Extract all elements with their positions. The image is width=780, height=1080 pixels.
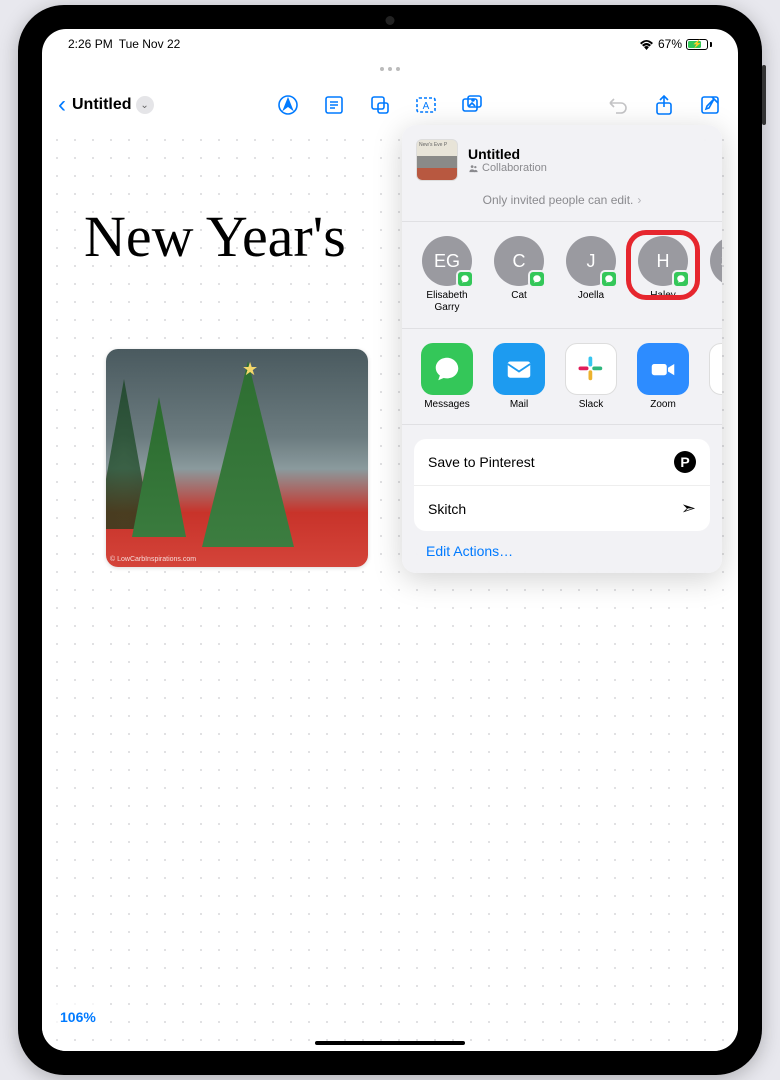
app-name: Slack	[579, 399, 603, 410]
share-icon[interactable]	[652, 93, 676, 117]
contact-joella[interactable]: J Joella	[560, 236, 622, 314]
app-mail[interactable]: Mail	[488, 343, 550, 410]
note-tool-icon[interactable]	[322, 93, 346, 117]
apps-row: Messages Mail Slack Zoom C	[402, 329, 722, 425]
contact-haley[interactable]: H Haley	[632, 236, 694, 314]
contacts-row: EG Elisabeth Garry C Cat J Joella H Hale…	[402, 222, 722, 329]
status-bar: 2:26 PM Tue Nov 22 67% ⚡	[42, 29, 738, 55]
avatar: SIS	[710, 236, 722, 286]
compose-icon[interactable]	[698, 93, 722, 117]
app-c[interactable]: C	[704, 343, 722, 410]
contact-name: Joella	[578, 290, 604, 302]
share-permission[interactable]: Only invited people can edit.	[402, 185, 722, 222]
messages-badge-icon	[672, 270, 690, 288]
home-indicator[interactable]	[315, 1041, 465, 1045]
battery-percent: 67%	[658, 37, 682, 51]
action-label: Save to Pinterest	[428, 454, 535, 470]
slack-icon	[565, 343, 617, 395]
mail-icon	[493, 343, 545, 395]
toolbar: ‹ Untitled ⌄ A	[42, 85, 738, 125]
image-block[interactable]: ★ © LowCarbInspirations.com	[106, 349, 368, 567]
share-thumbnail: New's Eve P	[416, 139, 458, 181]
action-label: Skitch	[428, 501, 466, 517]
action-skitch[interactable]: Skitch ➣	[414, 485, 710, 531]
zoom-icon	[637, 343, 689, 395]
document-title: Untitled	[72, 96, 132, 114]
battery-icon: ⚡	[686, 39, 712, 50]
app-zoom[interactable]: Zoom	[632, 343, 694, 410]
pen-tool-icon[interactable]	[276, 93, 300, 117]
messages-badge-icon	[600, 270, 618, 288]
status-time: 2:26 PM	[68, 37, 113, 51]
wifi-icon	[639, 39, 654, 50]
shapes-tool-icon[interactable]	[368, 93, 392, 117]
app-messages[interactable]: Messages	[416, 343, 478, 410]
messages-icon	[421, 343, 473, 395]
image-watermark: © LowCarbInspirations.com	[110, 556, 196, 563]
document-title-button[interactable]: Untitled ⌄	[72, 96, 154, 114]
avatar: H	[638, 236, 688, 286]
share-subtitle: Collaboration	[468, 162, 547, 174]
c-icon	[709, 343, 722, 395]
pinterest-icon: P	[674, 451, 696, 473]
avatar: J	[566, 236, 616, 286]
screen: 2:26 PM Tue Nov 22 67% ⚡ ‹ Untitled ⌄	[42, 29, 738, 1051]
share-title: Untitled	[468, 146, 547, 162]
contact-elisabeth-garry[interactable]: EG Elisabeth Garry	[416, 236, 478, 314]
ipad-frame: 2:26 PM Tue Nov 22 67% ⚡ ‹ Untitled ⌄	[18, 5, 762, 1075]
action-save-to-pinterest[interactable]: Save to Pinterest P	[414, 439, 710, 485]
contact-cat[interactable]: C Cat	[488, 236, 550, 314]
media-tool-icon[interactable]	[460, 93, 484, 117]
status-date: Tue Nov 22	[119, 37, 181, 51]
power-button	[762, 65, 766, 125]
handwriting-text[interactable]: New Year's	[84, 203, 346, 270]
app-name: Mail	[510, 399, 528, 410]
app-slack[interactable]: Slack	[560, 343, 622, 410]
app-name: Messages	[424, 399, 470, 410]
multitask-dots-icon[interactable]	[380, 67, 400, 71]
skitch-icon: ➣	[681, 498, 696, 519]
action-list: Save to Pinterest P Skitch ➣	[414, 439, 710, 531]
contact-name: Elisabeth Garry	[416, 290, 478, 314]
textbox-tool-icon[interactable]: A	[414, 93, 438, 117]
svg-text:A: A	[422, 101, 429, 112]
chevron-down-icon: ⌄	[136, 96, 154, 114]
contact-name: Haley	[650, 290, 676, 302]
zoom-indicator[interactable]: 106%	[48, 1003, 108, 1031]
contact-sis[interactable]: SIS SIS2	[704, 236, 722, 314]
undo-icon[interactable]	[606, 93, 630, 117]
messages-badge-icon	[528, 270, 546, 288]
contact-name: Cat	[511, 290, 527, 302]
front-camera	[386, 16, 395, 25]
avatar: EG	[422, 236, 472, 286]
avatar: C	[494, 236, 544, 286]
share-sheet: New's Eve P Untitled Collaboration Only …	[402, 125, 722, 573]
back-button[interactable]: ‹	[58, 91, 66, 119]
app-name: Zoom	[650, 399, 676, 410]
messages-badge-icon	[456, 270, 474, 288]
edit-actions-button[interactable]: Edit Actions…	[402, 531, 722, 563]
